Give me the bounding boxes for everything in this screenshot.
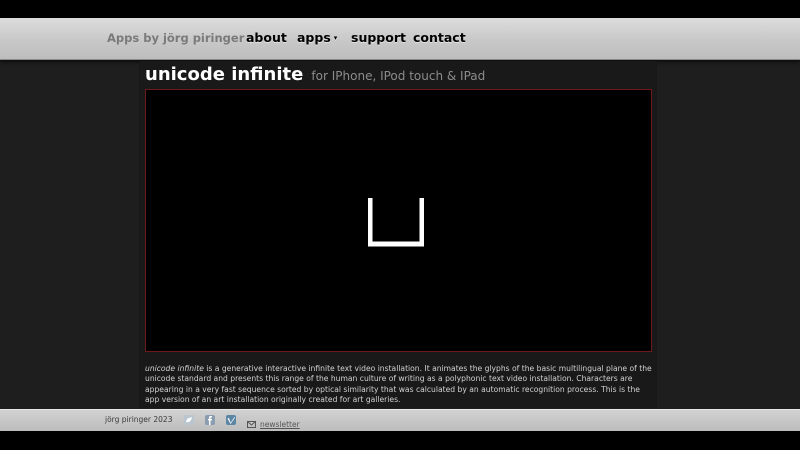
app-description: unicode infinite is a generative interac… (145, 364, 655, 406)
chevron-down-icon: ▾ (333, 34, 338, 42)
description-text: is a generative interactive infinite tex… (145, 364, 652, 405)
nav-contact[interactable]: contact (413, 30, 466, 45)
page-title: unicode infinite for IPhone, IPod touch … (145, 64, 485, 85)
unicode-glyph-display (368, 198, 424, 247)
description-emphasis: unicode infinite (145, 364, 204, 373)
app-subtitle: for IPhone, IPod touch & IPad (311, 69, 486, 83)
navigation-bar: Apps by jörg piringer about apps ▾ suppor… (0, 18, 800, 60)
copyright: jörg piringer 2023 (105, 415, 173, 424)
mail-icon (247, 421, 256, 428)
nav-apps[interactable]: apps ▾ (297, 30, 337, 45)
vimeo-icon[interactable] (226, 415, 236, 425)
app-title: unicode infinite (145, 64, 304, 85)
bottom-black-strip (0, 431, 800, 450)
nav-apps-label: apps (297, 30, 331, 45)
nav-about[interactable]: about (246, 30, 287, 45)
nav-support[interactable]: support (351, 30, 406, 45)
brand-link[interactable]: Apps by jörg piringer (107, 31, 244, 45)
page: Apps by jörg piringer about apps ▾ suppor… (0, 0, 800, 450)
facebook-icon[interactable] (205, 415, 215, 425)
twitter-icon[interactable] (184, 415, 194, 425)
newsletter-label: newsletter (260, 420, 300, 429)
top-black-strip (0, 0, 800, 18)
video-player[interactable] (145, 89, 652, 352)
footer: jörg piringer 2023 newsletter (0, 409, 800, 431)
